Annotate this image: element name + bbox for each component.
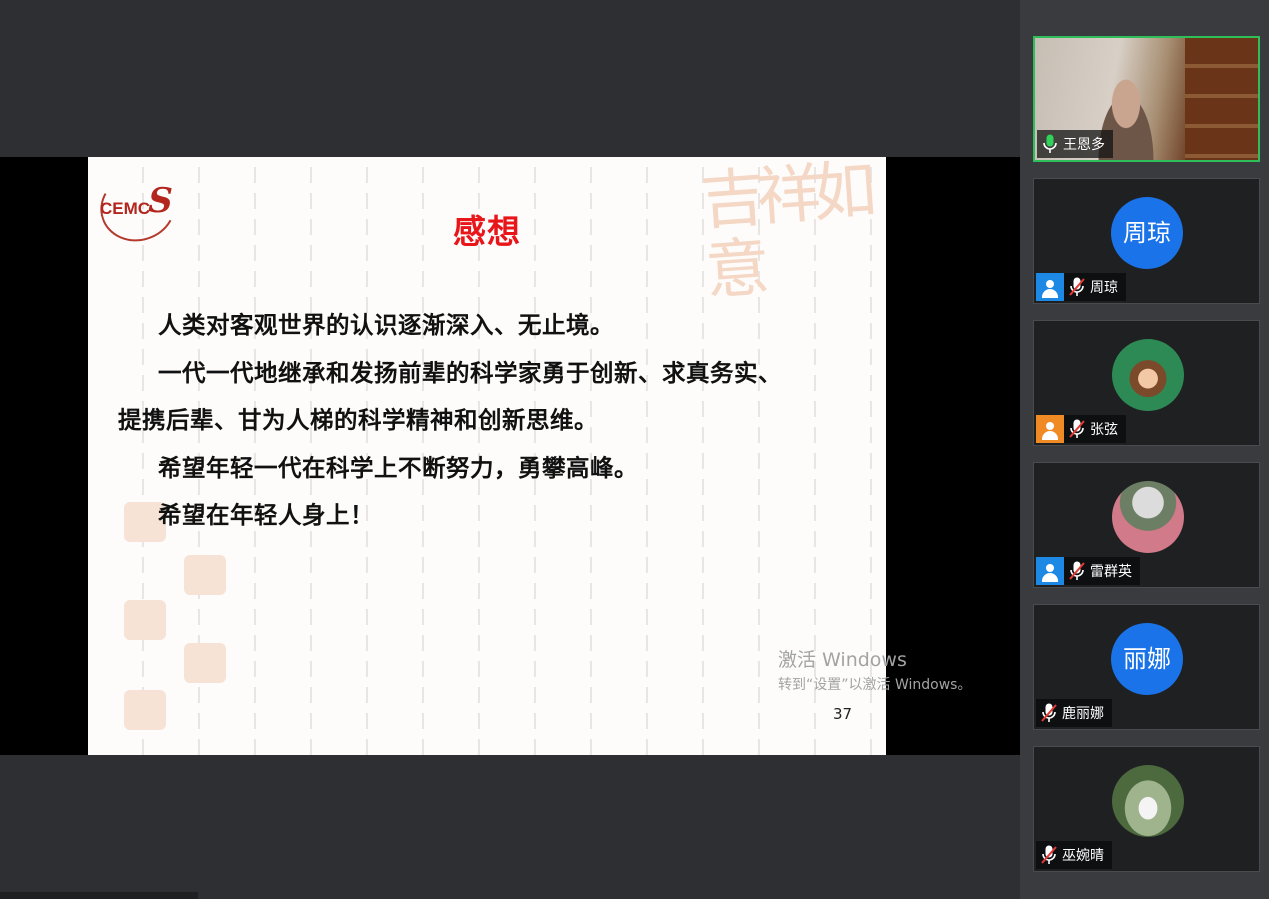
decorative-stamp	[184, 555, 226, 595]
participant-tile[interactable]: 巫婉晴	[1033, 746, 1260, 872]
slide-page-number: 37	[833, 705, 853, 723]
participant-name: 王恩多	[1063, 137, 1105, 153]
participant-name-bar: 巫婉晴	[1036, 841, 1112, 869]
participant-tile-active-speaker[interactable]: 王恩多	[1033, 36, 1260, 162]
user-icon	[1036, 557, 1064, 585]
mic-muted-icon	[1064, 557, 1090, 585]
shared-screen-area: CEMC S 吉祥如意 感想 人类对客观世界的认识逐渐深入、无止境。 一代一代地…	[0, 0, 1020, 899]
mic-muted-icon	[1064, 273, 1090, 301]
participant-name: 鹿丽娜	[1062, 706, 1104, 722]
slide-line: 提携后辈、甘为人梯的科学精神和创新思维。	[118, 406, 598, 434]
avatar	[1112, 765, 1184, 837]
mic-muted-icon	[1064, 415, 1090, 443]
mic-muted-icon	[1036, 841, 1062, 869]
participant-name: 周琼	[1090, 280, 1118, 296]
participants-panel[interactable]: 王恩多 周琼 周琼 张弦 雷群英 丽娜 鹿丽娜 巫婉晴	[1020, 0, 1269, 899]
user-icon	[1036, 415, 1064, 443]
slide-line: 人类对客观世界的认识逐渐深入、无止境。	[158, 311, 614, 339]
participant-name-bar: 鹿丽娜	[1036, 699, 1112, 727]
decorative-stamp	[124, 600, 166, 640]
avatar: 周琼	[1111, 197, 1183, 269]
participant-tile[interactable]: 周琼 周琼	[1033, 178, 1260, 304]
decorative-stamp	[124, 690, 166, 730]
presentation-slide: CEMC S 吉祥如意 感想 人类对客观世界的认识逐渐深入、无止境。 一代一代地…	[88, 157, 886, 755]
participant-tile[interactable]: 张弦	[1033, 320, 1260, 446]
participant-name: 张弦	[1090, 422, 1118, 438]
slide-title: 感想	[453, 212, 521, 251]
participant-name-bar: 王恩多	[1037, 130, 1113, 158]
participant-tile[interactable]: 丽娜 鹿丽娜	[1033, 604, 1260, 730]
slide-line: 希望在年轻人身上！	[158, 501, 374, 529]
user-icon	[1036, 273, 1064, 301]
watermark-title: 激活 Windows	[778, 649, 907, 671]
slide-line: 希望年轻一代在科学上不断努力，勇攀高峰。	[158, 453, 638, 482]
mic-on-icon	[1037, 130, 1063, 158]
windows-activation-watermark: 激活 Windows 转到“设置”以激活 Windows。	[778, 645, 971, 694]
taskbar-fragment	[0, 892, 198, 899]
participant-name: 雷群英	[1090, 564, 1132, 580]
watermark-subtitle: 转到“设置”以激活 Windows。	[778, 677, 972, 693]
decorative-stamp	[184, 643, 226, 683]
mic-muted-icon	[1036, 699, 1062, 727]
participant-name-bar: 周琼	[1036, 273, 1126, 301]
participant-name: 巫婉晴	[1062, 848, 1104, 864]
video-bookshelf	[1185, 38, 1258, 160]
participant-tile[interactable]: 雷群英	[1033, 462, 1260, 588]
avatar	[1112, 481, 1184, 553]
participant-name-bar: 雷群英	[1036, 557, 1140, 585]
slide-body-text: 人类对客观世界的认识逐渐深入、无止境。 一代一代地继承和发扬前辈的科学家勇于创新…	[118, 302, 878, 540]
slide-line: 一代一代地继承和发扬前辈的科学家勇于创新、求真务实、	[158, 358, 782, 387]
participant-name-bar: 张弦	[1036, 415, 1126, 443]
avatar	[1112, 339, 1184, 411]
avatar: 丽娜	[1111, 623, 1183, 695]
